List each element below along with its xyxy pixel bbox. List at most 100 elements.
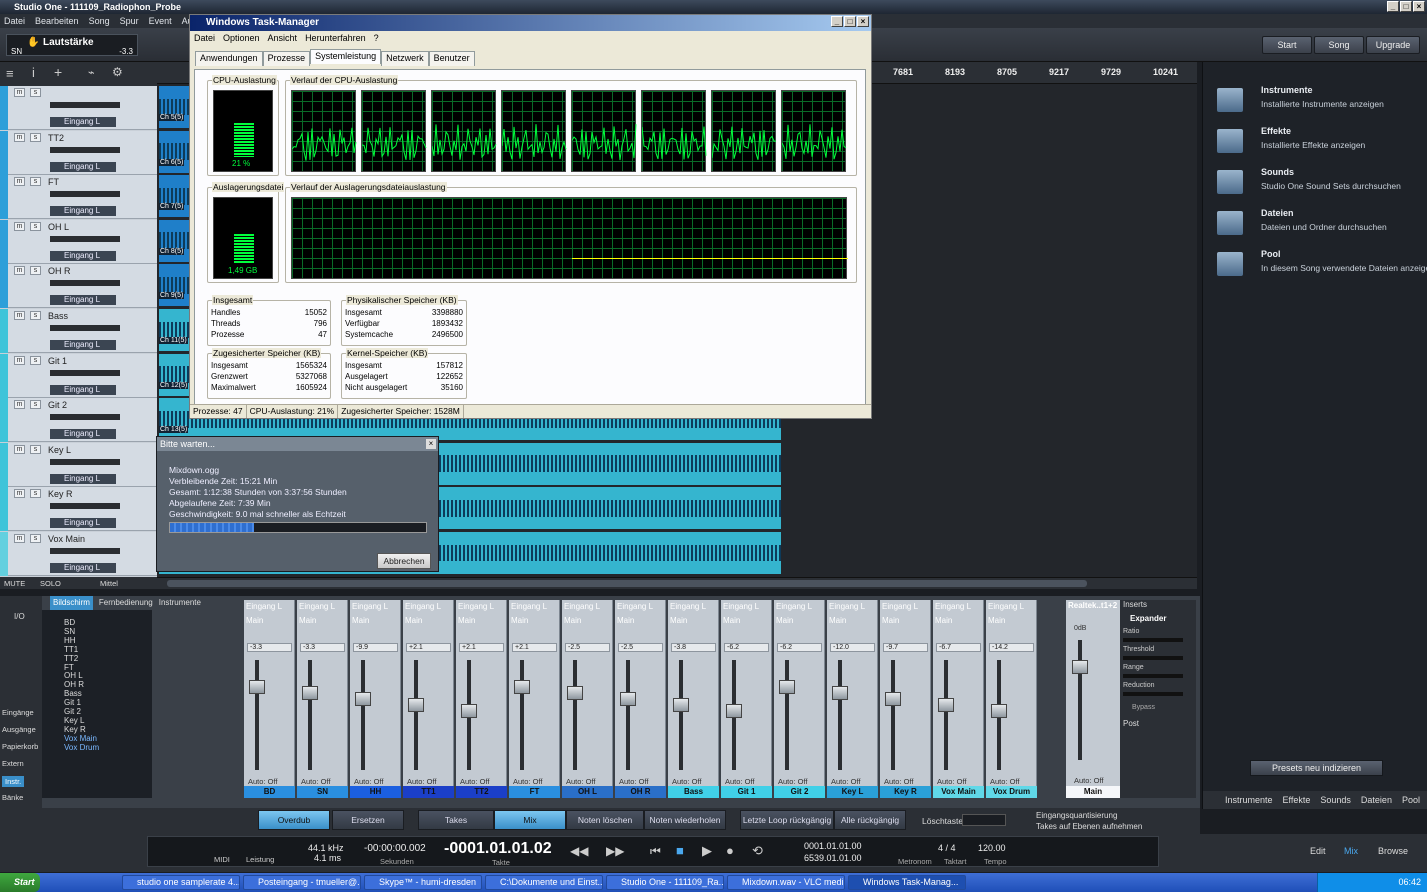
browser-item[interactable]: Sounds Studio One Sound Sets durchsuchen xyxy=(1217,166,1427,202)
fader-track[interactable] xyxy=(679,660,683,770)
task-manager-window[interactable]: Windows Task-Manager _ □ × Datei Optionen An… xyxy=(189,14,872,419)
fader-track[interactable] xyxy=(573,660,577,770)
mute-button[interactable]: m xyxy=(14,311,25,320)
fader-track[interactable] xyxy=(414,660,418,770)
channel-input[interactable]: Eingang L xyxy=(617,602,653,611)
info-icon[interactable]: i xyxy=(32,65,35,80)
takes-button[interactable]: Takes xyxy=(418,810,494,830)
solo-button[interactable]: s xyxy=(30,311,41,320)
channel-output[interactable]: Main xyxy=(458,616,475,625)
channel-input[interactable]: Eingang L xyxy=(776,602,812,611)
channel-pan[interactable]: -6.2 xyxy=(724,643,769,652)
channel-input[interactable]: Eingang L xyxy=(988,602,1024,611)
channel-list-item[interactable]: SN xyxy=(64,627,75,636)
scroll-thumb[interactable] xyxy=(167,580,1087,587)
track-volume[interactable] xyxy=(50,146,120,153)
taskbar-item[interactable]: studio one samplerate 4... xyxy=(122,875,240,890)
channel-list-item[interactable]: Vox Drum xyxy=(64,743,99,752)
time-signature[interactable]: 4 / 4 xyxy=(938,843,956,853)
upgrade-button[interactable]: Upgrade xyxy=(1366,36,1420,54)
start-menu-button[interactable]: Start xyxy=(0,873,40,892)
track-header[interactable]: m s Eingang L xyxy=(0,86,157,130)
channel-pan[interactable]: -12.0 xyxy=(830,643,875,652)
minimize-button[interactable]: _ xyxy=(1387,1,1399,12)
fader-track[interactable] xyxy=(520,660,524,770)
channel-pan[interactable]: +2.1 xyxy=(459,643,504,652)
channel-output[interactable]: Main xyxy=(246,616,263,625)
track-volume[interactable] xyxy=(50,235,120,242)
channel-pan[interactable]: -3.8 xyxy=(671,643,716,652)
channel-pan[interactable]: -9.9 xyxy=(353,643,398,652)
dialog-close-icon[interactable]: × xyxy=(426,439,436,449)
channel-output[interactable]: Main xyxy=(776,616,793,625)
track-input[interactable]: Eingang L xyxy=(50,340,116,350)
insert-plugin-name[interactable]: Expander xyxy=(1130,614,1166,623)
solo-button[interactable]: s xyxy=(30,444,41,454)
channel-automation[interactable]: Auto: Off xyxy=(407,777,436,786)
track-header[interactable]: m s OH L Eingang L xyxy=(0,219,157,264)
browser-tab[interactable]: Instrumente xyxy=(1225,791,1273,809)
fader-cap[interactable] xyxy=(779,680,795,694)
tm-close-button[interactable]: × xyxy=(857,16,869,27)
fader-cap[interactable] xyxy=(461,704,477,718)
horizontal-scrollbar[interactable] xyxy=(157,577,1197,589)
taskbar-item[interactable]: Windows Task-Manag... xyxy=(848,875,966,890)
tm-menu-1[interactable]: Optionen xyxy=(223,31,260,45)
channel-list-item[interactable]: FT xyxy=(64,663,74,672)
fader-cap[interactable] xyxy=(673,698,689,712)
tm-menu-3[interactable]: Herunterfahren xyxy=(305,31,366,45)
channel-output[interactable]: Main xyxy=(829,616,846,625)
channel-input[interactable]: Eingang L xyxy=(299,602,335,611)
taskbar-item[interactable]: C:\Dokumente und Einst... xyxy=(485,875,603,890)
browser-item[interactable]: Effekte Installierte Effekte anzeigen xyxy=(1217,125,1427,161)
loop-icon[interactable]: ⟲ xyxy=(752,843,763,859)
maximize-button[interactable]: □ xyxy=(1400,1,1412,12)
mixdown-progress-dialog[interactable]: Bitte warten... × Mixdown.ogg Verbleiben… xyxy=(156,436,439,572)
tm-tab-1[interactable]: Prozesse xyxy=(262,51,311,66)
delete-key-select[interactable] xyxy=(962,814,1006,826)
mute-button[interactable]: m xyxy=(14,400,25,410)
mute-button[interactable]: m xyxy=(14,534,25,543)
track-input[interactable]: Eingang L xyxy=(50,563,116,573)
main-automation[interactable]: Auto: Off xyxy=(1074,776,1103,785)
tm-tab-3[interactable]: Netzwerk xyxy=(381,51,429,66)
channel-input[interactable]: Eingang L xyxy=(246,602,282,611)
channel-list-item[interactable]: Git 1 xyxy=(64,698,81,707)
channel-automation[interactable]: Auto: Off xyxy=(884,777,913,786)
menu-4[interactable]: Event xyxy=(149,14,172,28)
channel-list-item[interactable]: Git 2 xyxy=(64,707,81,716)
track-input[interactable]: Eingang L xyxy=(50,250,116,261)
channel-automation[interactable]: Auto: Off xyxy=(513,777,542,786)
track-header[interactable]: m s FT Eingang L xyxy=(0,175,157,220)
insert-param-slider[interactable] xyxy=(1123,638,1183,642)
channel-input[interactable]: Eingang L xyxy=(829,602,865,611)
channel-automation[interactable]: Auto: Off xyxy=(778,777,807,786)
channel-pan[interactable]: +2.1 xyxy=(406,643,451,652)
mute-button[interactable]: m xyxy=(14,88,25,97)
mute-button[interactable]: m xyxy=(14,177,25,187)
add-track-icon[interactable]: + xyxy=(54,64,62,80)
mix-record-button[interactable]: Mix xyxy=(494,810,566,830)
play-icon[interactable]: ▶ xyxy=(702,843,712,859)
fader-cap[interactable] xyxy=(408,698,424,712)
browser-tab[interactable]: Dateien xyxy=(1361,791,1392,809)
track-volume[interactable] xyxy=(50,414,120,421)
track-header[interactable]: m s Git 1 Eingang L xyxy=(0,353,157,398)
track-header[interactable]: m s Key R Eingang L xyxy=(0,487,157,532)
mute-all-label[interactable]: MUTE xyxy=(4,579,25,588)
channel-output[interactable]: Main xyxy=(935,616,952,625)
channel-input[interactable]: Eingang L xyxy=(935,602,971,611)
tm-menu-2[interactable]: Ansicht xyxy=(268,31,298,45)
fader-cap[interactable] xyxy=(726,704,742,718)
channel-pan[interactable]: -3.3 xyxy=(300,643,345,652)
channel-output[interactable]: Main xyxy=(405,616,422,625)
browser-tab[interactable]: Effekte xyxy=(1283,791,1311,809)
tm-menu-0[interactable]: Datei xyxy=(194,31,215,45)
channel-input[interactable]: Eingang L xyxy=(405,602,441,611)
automation-icon[interactable]: ⌁ xyxy=(88,66,95,79)
solo-button[interactable]: s xyxy=(30,489,41,499)
console-tab[interactable]: Instrumente xyxy=(159,596,201,610)
taskbar-item[interactable]: Studio One - 111109_Ra... xyxy=(606,875,724,890)
song-page-button[interactable]: Song xyxy=(1314,36,1364,54)
undo-all-button[interactable]: Alle rückgängig xyxy=(834,810,906,830)
